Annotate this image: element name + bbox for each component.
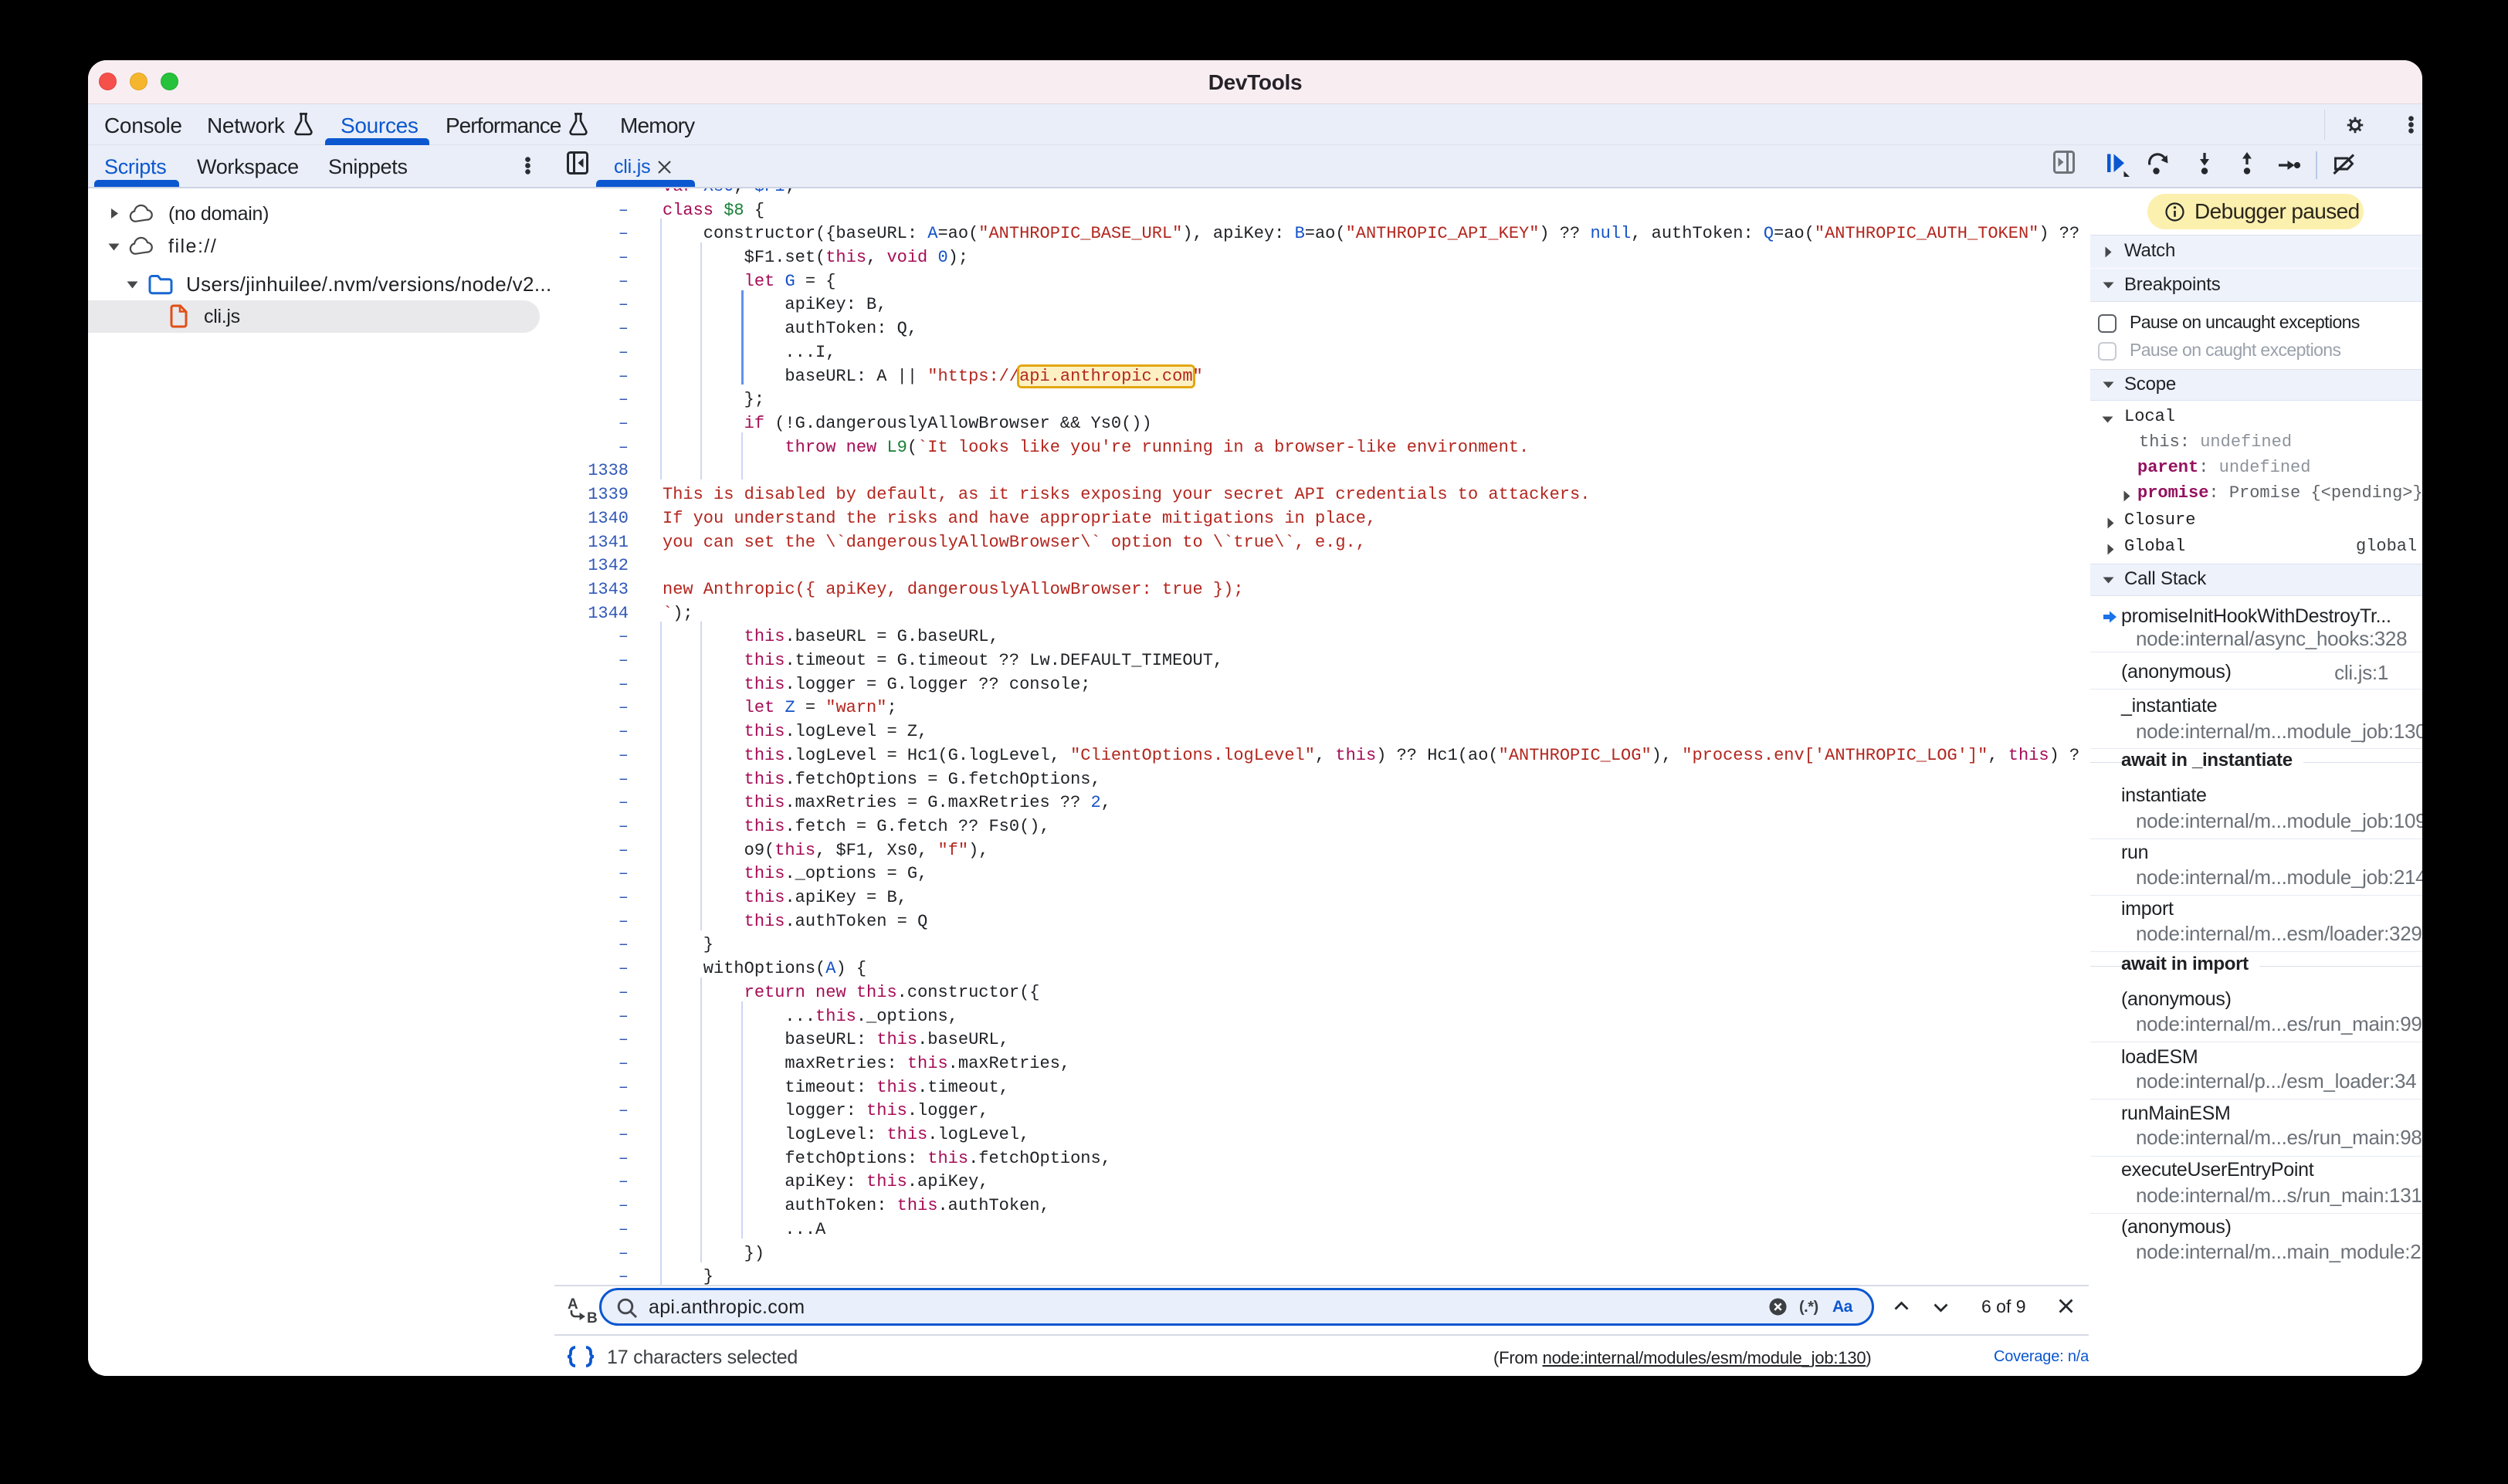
svg-text:A: A (568, 1296, 578, 1313)
svg-text:B: B (587, 1310, 598, 1326)
